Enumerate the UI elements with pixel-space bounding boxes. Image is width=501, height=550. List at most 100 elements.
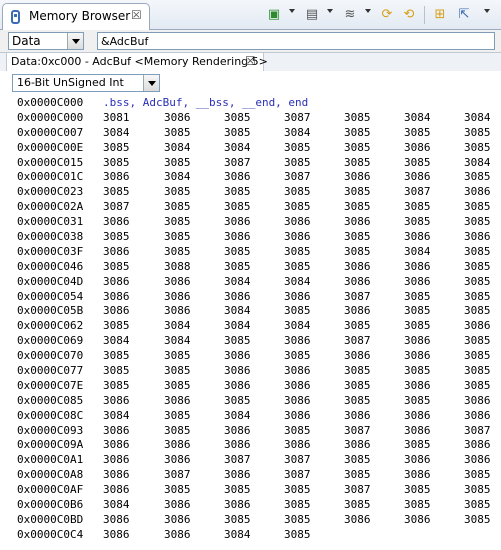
chevron-down-icon[interactable] (143, 75, 159, 91)
memory-cell[interactable]: 3086 (344, 409, 371, 422)
memory-cell[interactable]: 3085 (344, 468, 371, 481)
memory-cell[interactable]: 3084 (103, 409, 130, 422)
memory-cell[interactable]: 3085 (284, 498, 311, 511)
memory-cell[interactable]: 3084 (224, 528, 251, 541)
memory-cell[interactable]: 3086 (164, 513, 191, 526)
memory-cell[interactable]: 3087 (284, 111, 311, 124)
memory-cell[interactable]: 3086 (164, 394, 191, 407)
memory-cell[interactable]: 3086 (344, 170, 371, 183)
memory-cell[interactable]: 3081 (103, 111, 130, 124)
memory-cell[interactable]: 3085 (284, 245, 311, 258)
memory-cell[interactable]: 3085 (224, 126, 251, 139)
memory-cell[interactable]: 3085 (164, 245, 191, 258)
memory-cell[interactable]: 3084 (164, 319, 191, 332)
memory-cell[interactable]: 3086 (103, 245, 130, 258)
memory-cell[interactable]: 3086 (224, 170, 251, 183)
memory-cell[interactable]: 3086 (164, 304, 191, 317)
memory-cell[interactable]: 3087 (224, 156, 251, 169)
memory-cell[interactable]: 3087 (284, 453, 311, 466)
memory-cell[interactable]: 3086 (164, 453, 191, 466)
memory-cell[interactable]: 3085 (344, 498, 371, 511)
memory-cell[interactable]: 3085 (464, 498, 491, 511)
number-format-select[interactable]: 16-Bit UnSigned Int (12, 74, 160, 92)
memory-cell[interactable]: 3085 (103, 185, 130, 198)
memory-cell[interactable]: 3085 (344, 453, 371, 466)
memory-grid[interactable]: 0x0000C000 .bss, AdcBuf, __bss, __end, e… (0, 96, 501, 550)
memory-cell[interactable]: 3085 (103, 349, 130, 362)
memory-cell[interactable]: 3086 (224, 230, 251, 243)
memory-cell[interactable]: 3084 (404, 111, 431, 124)
memory-cell[interactable]: 3086 (404, 409, 431, 422)
memory-cell[interactable]: 3084 (224, 319, 251, 332)
memory-cell[interactable]: 3085 (103, 141, 130, 154)
memory-cell[interactable]: 3086 (103, 424, 130, 437)
memory-cell[interactable]: 3084 (164, 141, 191, 154)
memory-cell[interactable]: 3085 (284, 528, 311, 541)
memory-cell[interactable]: 3086 (404, 349, 431, 362)
dropdown-arrow-icon[interactable] (289, 9, 295, 13)
memory-cell[interactable]: 3086 (464, 438, 491, 451)
memory-cell[interactable]: 3085 (344, 394, 371, 407)
memory-cell[interactable]: 3085 (464, 483, 491, 496)
memory-cell[interactable]: 3085 (103, 379, 130, 392)
memory-cell[interactable]: 3085 (224, 394, 251, 407)
memory-cell[interactable]: 3086 (103, 483, 130, 496)
memory-cell[interactable]: 3086 (464, 319, 491, 332)
memory-cell[interactable]: 3087 (344, 424, 371, 437)
memory-cell[interactable]: 3084 (224, 141, 251, 154)
memory-cell[interactable]: 3085 (404, 290, 431, 303)
memory-cell[interactable]: 3085 (103, 156, 130, 169)
memory-cell[interactable]: 3086 (103, 290, 130, 303)
memory-cell[interactable]: 3086 (103, 215, 130, 228)
close-view-icon[interactable]: ☒ (131, 8, 142, 22)
memory-cell[interactable]: 3086 (284, 409, 311, 422)
memory-cell[interactable]: 3086 (103, 468, 130, 481)
memory-cell[interactable]: 3088 (164, 260, 191, 273)
memory-cell[interactable]: 3086 (404, 424, 431, 437)
memory-cell[interactable]: 3085 (103, 364, 130, 377)
memory-cell[interactable]: 3086 (404, 334, 431, 347)
memory-cell[interactable]: 3086 (404, 275, 431, 288)
memory-cell[interactable]: 3086 (404, 453, 431, 466)
memory-cell[interactable]: 3084 (284, 126, 311, 139)
memory-cell[interactable]: 3085 (464, 245, 491, 258)
memory-cell[interactable]: 3085 (344, 126, 371, 139)
memory-cell[interactable]: 3086 (284, 379, 311, 392)
memory-cell[interactable]: 3085 (344, 111, 371, 124)
memory-cell[interactable]: 3086 (404, 230, 431, 243)
memory-cell[interactable]: 3086 (464, 185, 491, 198)
memory-cell[interactable]: 3086 (103, 453, 130, 466)
memory-cell[interactable]: 3086 (224, 379, 251, 392)
memory-cell[interactable]: 3085 (164, 230, 191, 243)
memory-cell[interactable]: 3086 (284, 215, 311, 228)
memory-cell[interactable]: 3084 (164, 170, 191, 183)
memory-cell[interactable]: 3086 (164, 290, 191, 303)
memory-cell[interactable]: 3085 (164, 424, 191, 437)
memory-cell[interactable]: 3085 (404, 200, 431, 213)
memory-cell[interactable]: 3086 (404, 513, 431, 526)
memory-cell[interactable]: 3086 (103, 438, 130, 451)
memory-cell[interactable]: 3084 (464, 156, 491, 169)
memory-cell[interactable]: 3085 (224, 200, 251, 213)
memory-cell[interactable]: 3086 (164, 275, 191, 288)
memory-cell[interactable]: 3087 (164, 468, 191, 481)
memory-cell[interactable]: 3085 (164, 126, 191, 139)
memory-cell[interactable]: 3085 (224, 111, 251, 124)
memory-cell[interactable]: 3087 (344, 334, 371, 347)
memory-cell[interactable]: 3085 (404, 394, 431, 407)
memory-cell[interactable]: 3085 (464, 126, 491, 139)
memory-cell[interactable]: 3085 (164, 483, 191, 496)
memory-cell[interactable]: 3086 (224, 364, 251, 377)
memory-cell[interactable]: 3086 (103, 528, 130, 541)
memory-cell[interactable]: 3087 (344, 290, 371, 303)
memory-cell[interactable]: 3085 (404, 364, 431, 377)
symbol-list[interactable]: .bss, AdcBuf, __bss, __end, end (103, 96, 308, 109)
memory-cell[interactable]: 3084 (164, 334, 191, 347)
memory-cell[interactable]: 3085 (404, 304, 431, 317)
memory-cell[interactable]: 3085 (344, 379, 371, 392)
memory-cell[interactable]: 3086 (344, 438, 371, 451)
memory-cell[interactable]: 3086 (464, 230, 491, 243)
memory-cell[interactable]: 3087 (284, 170, 311, 183)
export-icon[interactable]: ⇱ (455, 6, 473, 24)
memory-cell[interactable]: 3085 (344, 245, 371, 258)
